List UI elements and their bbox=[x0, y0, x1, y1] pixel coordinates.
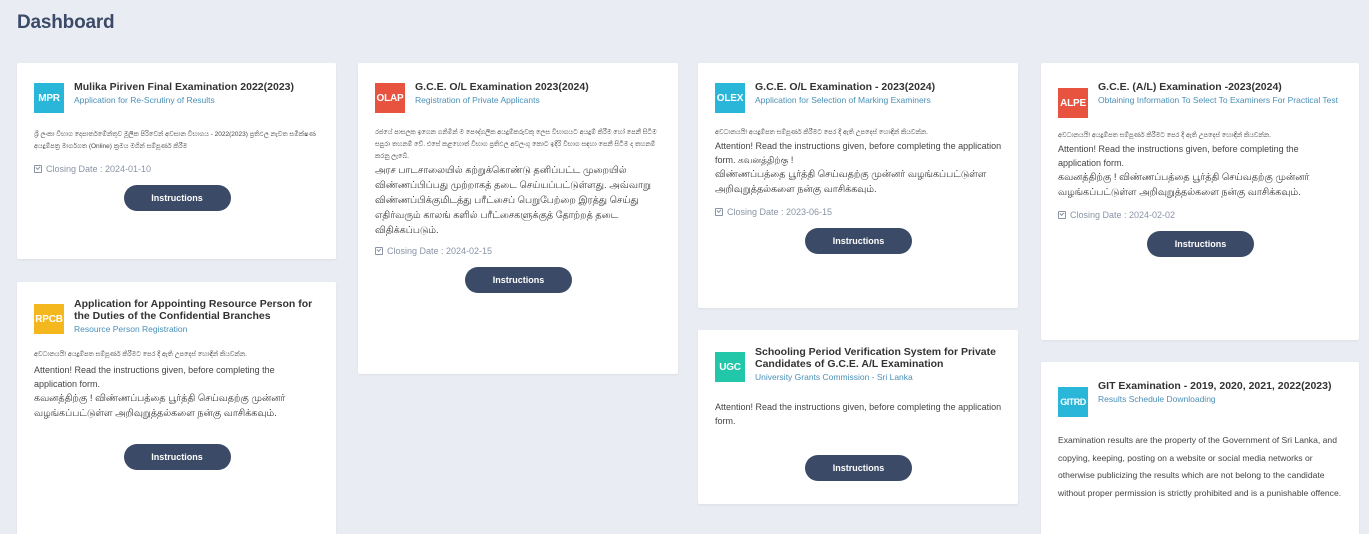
calendar-check-icon bbox=[715, 208, 723, 216]
card-alpe: ALPE G.C.E. (A/L) Examination -2023(2024… bbox=[1041, 63, 1359, 340]
card-note-tamil: கவனத்திற்கு ! விண்ணப்பத்தை பூர்த்தி செய்… bbox=[34, 393, 286, 419]
card-note-sinhala: අවධානයයි! අයදුම්පත සම්පූර්ණ කිරීමට පෙර ද… bbox=[1058, 132, 1271, 139]
olap-badge: OLAP bbox=[375, 83, 405, 113]
card-note-sinhala: අවධානයයි! අයදුම්පත සම්පූර්ණ කිරීමට පෙර ද… bbox=[34, 351, 247, 358]
card-title[interactable]: G.C.E. (A/L) Examination -2023(2024) bbox=[1098, 81, 1343, 93]
card-note-english: Examination results are the property of … bbox=[1058, 435, 1342, 498]
card-subtitle: Obtaining Information To Select To Exami… bbox=[1098, 95, 1339, 105]
calendar-check-icon bbox=[1058, 211, 1066, 219]
closing-date-text: Closing Date : 2023-06-15 bbox=[727, 207, 833, 217]
gitrd-badge: GITRD bbox=[1058, 387, 1088, 417]
instructions-button[interactable]: Instructions bbox=[805, 228, 912, 254]
instructions-button[interactable]: Instructions bbox=[1147, 231, 1254, 257]
alpe-badge: ALPE bbox=[1058, 88, 1088, 118]
closing-date-text: Closing Date : 2024-02-15 bbox=[387, 246, 493, 256]
card-note-english: Attention! Read the instructions given, … bbox=[715, 402, 1002, 426]
instructions-button[interactable]: Instructions bbox=[465, 267, 572, 293]
instructions-button[interactable]: Instructions bbox=[123, 444, 231, 470]
card-note-sinhala: ශ්‍රී ලංකා විභාග දෙපාර්තමේන්තුව මූලික පි… bbox=[34, 131, 316, 150]
card-rpcb: RPCB Application for Appointing Resource… bbox=[17, 282, 336, 534]
card-title[interactable]: GIT Examination - 2019, 2020, 2021, 2022… bbox=[1098, 380, 1343, 392]
rpcb-badge: RPCB bbox=[34, 304, 64, 334]
card-note-tamil: அரச பாடசாலையில் கற்றுக்கொண்டு தனிப்பட்ட … bbox=[375, 165, 651, 236]
closing-date: Closing Date : 2024-02-02 bbox=[1058, 210, 1343, 220]
card-title[interactable]: Schooling Period Verification System for… bbox=[755, 346, 1002, 370]
instructions-button[interactable]: Instructions bbox=[123, 185, 231, 211]
mpr-badge: MPR bbox=[34, 83, 64, 113]
ugc-badge: UGC bbox=[715, 352, 745, 382]
calendar-check-icon bbox=[375, 247, 383, 255]
card-note-tamil: கவனத்திற்கு ! விண்ணப்பத்தை பூர்த்தி செய்… bbox=[1058, 172, 1310, 198]
closing-date: Closing Date : 2023-06-15 bbox=[715, 207, 1002, 217]
instructions-button[interactable]: Instructions bbox=[805, 455, 912, 481]
card-subtitle: Results Schedule Downloading bbox=[1098, 394, 1216, 404]
card-title[interactable]: Mulika Piriven Final Examination 2022(20… bbox=[74, 81, 320, 93]
card-note-sinhala: අවධානයයි! අයදුම්පත සම්පූර්ණ කිරීමට පෙර ද… bbox=[715, 129, 928, 136]
card-note-sinhala: රජයේ පාසලක ඉගෙන ගනිමින් ම පෞද්ගලික අයදුම… bbox=[375, 129, 657, 160]
calendar-check-icon bbox=[34, 165, 42, 173]
closing-date-text: Closing Date : 2024-02-02 bbox=[1070, 210, 1176, 220]
closing-date: Closing Date : 2024-02-15 bbox=[375, 246, 662, 256]
card-title[interactable]: G.C.E. O/L Examination - 2023(2024) bbox=[755, 81, 1002, 93]
card-olex: OLEX G.C.E. O/L Examination - 2023(2024)… bbox=[698, 63, 1018, 308]
card-subtitle: Registration of Private Applicants bbox=[415, 95, 540, 105]
card-title[interactable]: G.C.E. O/L Examination 2023(2024) bbox=[415, 81, 662, 93]
card-subtitle: Application for Selection of Marking Exa… bbox=[755, 95, 931, 105]
page-title: Dashboard bbox=[17, 12, 115, 33]
closing-date-text: Closing Date : 2024-01-10 bbox=[46, 164, 152, 174]
card-note-english: Attention! Read the instructions given, … bbox=[715, 141, 1002, 165]
card-note-english: Attention! Read the instructions given, … bbox=[1058, 144, 1299, 168]
card-mpr: MPR Mulika Piriven Final Examination 202… bbox=[17, 63, 336, 259]
card-subtitle: Application for Re-Scrutiny of Results bbox=[74, 95, 215, 105]
card-subtitle: University Grants Commission - Sri Lanka bbox=[755, 372, 913, 382]
card-subtitle: Resource Person Registration bbox=[74, 324, 188, 334]
card-gitrd: GITRD GIT Examination - 2019, 2020, 2021… bbox=[1041, 362, 1359, 534]
card-ugc: UGC Schooling Period Verification System… bbox=[698, 330, 1018, 504]
olex-badge: OLEX bbox=[715, 83, 745, 113]
card-olap: OLAP G.C.E. O/L Examination 2023(2024) R… bbox=[358, 63, 678, 374]
card-note-english: Attention! Read the instructions given, … bbox=[34, 365, 275, 389]
closing-date: Closing Date : 2024-01-10 bbox=[34, 164, 320, 174]
card-note-tamil: விண்ணப்பத்தை பூர்த்தி செய்வதற்கு முன்னர்… bbox=[715, 169, 987, 195]
card-title[interactable]: Application for Appointing Resource Pers… bbox=[74, 298, 320, 322]
